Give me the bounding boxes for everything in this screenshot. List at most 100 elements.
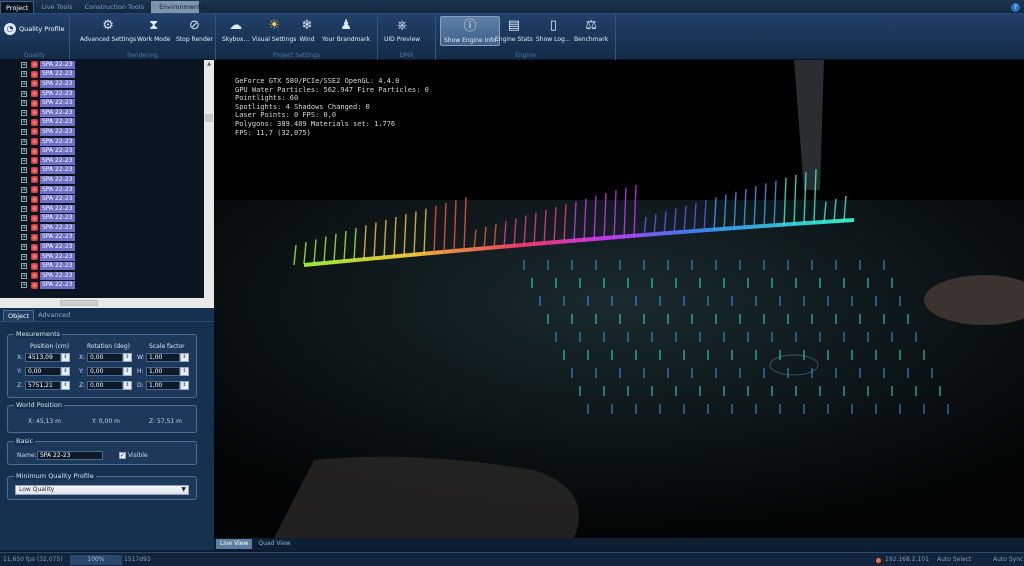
tree-item[interactable]: + SPA 22-23	[0, 242, 204, 252]
quality-profile-button[interactable]: ◔ Quality Profile	[4, 23, 65, 35]
wind-button[interactable]: ❄ Wind	[299, 18, 315, 43]
tab-live-tools[interactable]: Live Tools	[36, 1, 77, 13]
engine-stats-button[interactable]: ▤ Engine Stats	[495, 18, 533, 43]
tree-item[interactable]: + SPA 22-23	[0, 166, 204, 176]
rotation-z-input[interactable]: 0,00	[87, 381, 123, 390]
tree-item[interactable]: + SPA 22-23	[0, 98, 204, 108]
position-y-input[interactable]: 0,00	[25, 367, 61, 376]
tree-item[interactable]: + SPA 22-23	[0, 271, 204, 281]
tree-item[interactable]: + SPA 22-23	[0, 89, 204, 99]
rotation-y-stepper[interactable]: ⇕	[123, 367, 132, 376]
scroll-up-icon[interactable]: ▲	[204, 60, 214, 69]
expand-icon[interactable]: +	[21, 167, 27, 174]
scale-w-stepper[interactable]: ⇕	[180, 353, 189, 362]
expand-icon[interactable]: +	[21, 61, 27, 68]
expand-icon[interactable]: +	[21, 224, 27, 231]
auto-select-toggle[interactable]: Auto Select	[937, 556, 971, 563]
expand-icon[interactable]: +	[21, 186, 27, 193]
tab-object[interactable]: Object	[3, 310, 35, 321]
help-icon[interactable]: ?	[1011, 3, 1020, 12]
tree-item[interactable]: + SPA 22-23	[0, 156, 204, 166]
show-log-button[interactable]: ▯ Show Log...	[536, 18, 571, 43]
tab-project[interactable]: Project	[0, 1, 35, 13]
scale-h-stepper[interactable]: ⇕	[180, 367, 189, 376]
rotation-y-input[interactable]: 0,00	[87, 367, 123, 376]
uid-preview-button[interactable]: ⎈ UID Preview	[384, 18, 420, 43]
expand-icon[interactable]: +	[21, 234, 27, 241]
tree-item[interactable]: + SPA 22-23	[0, 223, 204, 233]
tree-item[interactable]: + SPA 22-23	[0, 108, 204, 118]
scroll-thumb[interactable]	[205, 114, 213, 122]
visual-settings-button[interactable]: ☀ Visual Settings	[252, 18, 296, 43]
your-brandmark-button[interactable]: ♟ Your Brandmark	[322, 18, 370, 43]
expand-icon[interactable]: +	[21, 253, 27, 260]
expand-icon[interactable]: +	[21, 196, 27, 203]
tree-item[interactable]: + SPA 22-23	[0, 261, 204, 271]
stop-render-button[interactable]: ⊘ Stop Render	[176, 18, 213, 43]
expand-icon[interactable]: +	[21, 272, 27, 279]
position-z-input[interactable]: 5751,21	[25, 381, 61, 390]
tab-environmental[interactable]: Environmental	[151, 1, 206, 13]
tree-item[interactable]: + SPA 22-23	[0, 214, 204, 224]
expand-icon[interactable]: +	[21, 176, 27, 183]
position-x-input[interactable]: 4513,09	[25, 353, 61, 362]
expand-icon[interactable]: +	[21, 244, 27, 251]
name-input[interactable]: SPA 22-23	[37, 451, 103, 460]
skybox-button[interactable]: ☁ Skybox...	[222, 18, 249, 43]
tree-item[interactable]: + SPA 22-23	[0, 127, 204, 137]
expand-icon[interactable]: +	[21, 71, 27, 78]
tree-item[interactable]: + SPA 22-23	[0, 233, 204, 243]
tab-advanced[interactable]: Advanced	[34, 310, 74, 321]
expand-icon[interactable]: +	[21, 148, 27, 155]
tree-item[interactable]: + SPA 22-23	[0, 60, 204, 70]
zoom-level[interactable]: 100%	[70, 555, 122, 565]
expand-icon[interactable]: +	[21, 215, 27, 222]
tree-item[interactable]: + SPA 22-23	[0, 185, 204, 195]
expand-icon[interactable]: +	[21, 100, 27, 107]
scale-w-input[interactable]: 1,00	[146, 353, 180, 362]
benchmark-button[interactable]: ⚖ Benchmark	[574, 18, 608, 43]
advanced-settings-button[interactable]: ⚙ Advanced Settings	[80, 18, 136, 43]
auto-sync-toggle[interactable]: Auto Sync	[993, 556, 1023, 563]
tree-item[interactable]: + SPA 22-23	[0, 70, 204, 80]
expand-icon[interactable]: +	[21, 205, 27, 212]
tree-item[interactable]: + SPA 22-23	[0, 204, 204, 214]
tree-item[interactable]: + SPA 22-23	[0, 281, 204, 291]
tree-item[interactable]: + SPA 22-23	[0, 194, 204, 204]
scale-d-input[interactable]: 1,00	[146, 381, 180, 390]
tree-item[interactable]: + SPA 22-23	[0, 118, 204, 128]
expand-icon[interactable]: +	[21, 119, 27, 126]
rotation-z-stepper[interactable]: ⇕	[123, 381, 132, 390]
tree-item[interactable]: + SPA 22-23	[0, 137, 204, 147]
position-z-stepper[interactable]: ⇕	[61, 381, 70, 390]
position-x-stepper[interactable]: ⇕	[61, 353, 70, 362]
expand-icon[interactable]: +	[21, 263, 27, 270]
scale-h-input[interactable]: 1,00	[146, 367, 180, 376]
tree-horizontal-scrollbar[interactable]	[0, 298, 214, 308]
tab-construction-tools[interactable]: Construction Tools	[80, 1, 149, 13]
scale-d-stepper[interactable]: ⇕	[180, 381, 189, 390]
tree-vertical-scrollbar[interactable]: ▲	[204, 60, 214, 298]
work-mode-button[interactable]: ⧗ Work Mode	[137, 18, 170, 43]
show-engine-info-button[interactable]: ⓘ Show Engine Info	[440, 16, 500, 46]
tab-live-view[interactable]: Live View	[216, 539, 253, 549]
expand-icon[interactable]: +	[21, 80, 27, 87]
expand-icon[interactable]: +	[21, 90, 27, 97]
rotation-x-input[interactable]: 0,00	[87, 353, 123, 362]
tree-item[interactable]: + SPA 22-23	[0, 175, 204, 185]
expand-icon[interactable]: +	[21, 157, 27, 164]
tree-item[interactable]: + SPA 22-23	[0, 146, 204, 156]
expand-icon[interactable]: +	[21, 128, 27, 135]
expand-icon[interactable]: +	[21, 138, 27, 145]
rotation-x-stepper[interactable]: ⇕	[123, 353, 132, 362]
hscroll-thumb[interactable]	[60, 300, 98, 306]
3d-viewport[interactable]: GeForce GTX 580/PCIe/SSE2 OpenGL: 4.4.0 G…	[214, 60, 1024, 538]
tab-quad-view[interactable]: Quad View	[254, 539, 294, 549]
quality-profile-select[interactable]: Low Quality ▼	[15, 485, 189, 495]
tree-item[interactable]: + SPA 22-23	[0, 252, 204, 262]
tree-item[interactable]: + SPA 22-23	[0, 79, 204, 89]
expand-icon[interactable]: +	[21, 282, 27, 289]
position-y-stepper[interactable]: ⇕	[61, 367, 70, 376]
expand-icon[interactable]: +	[21, 109, 27, 116]
visible-checkbox[interactable]: ✓	[119, 452, 126, 459]
